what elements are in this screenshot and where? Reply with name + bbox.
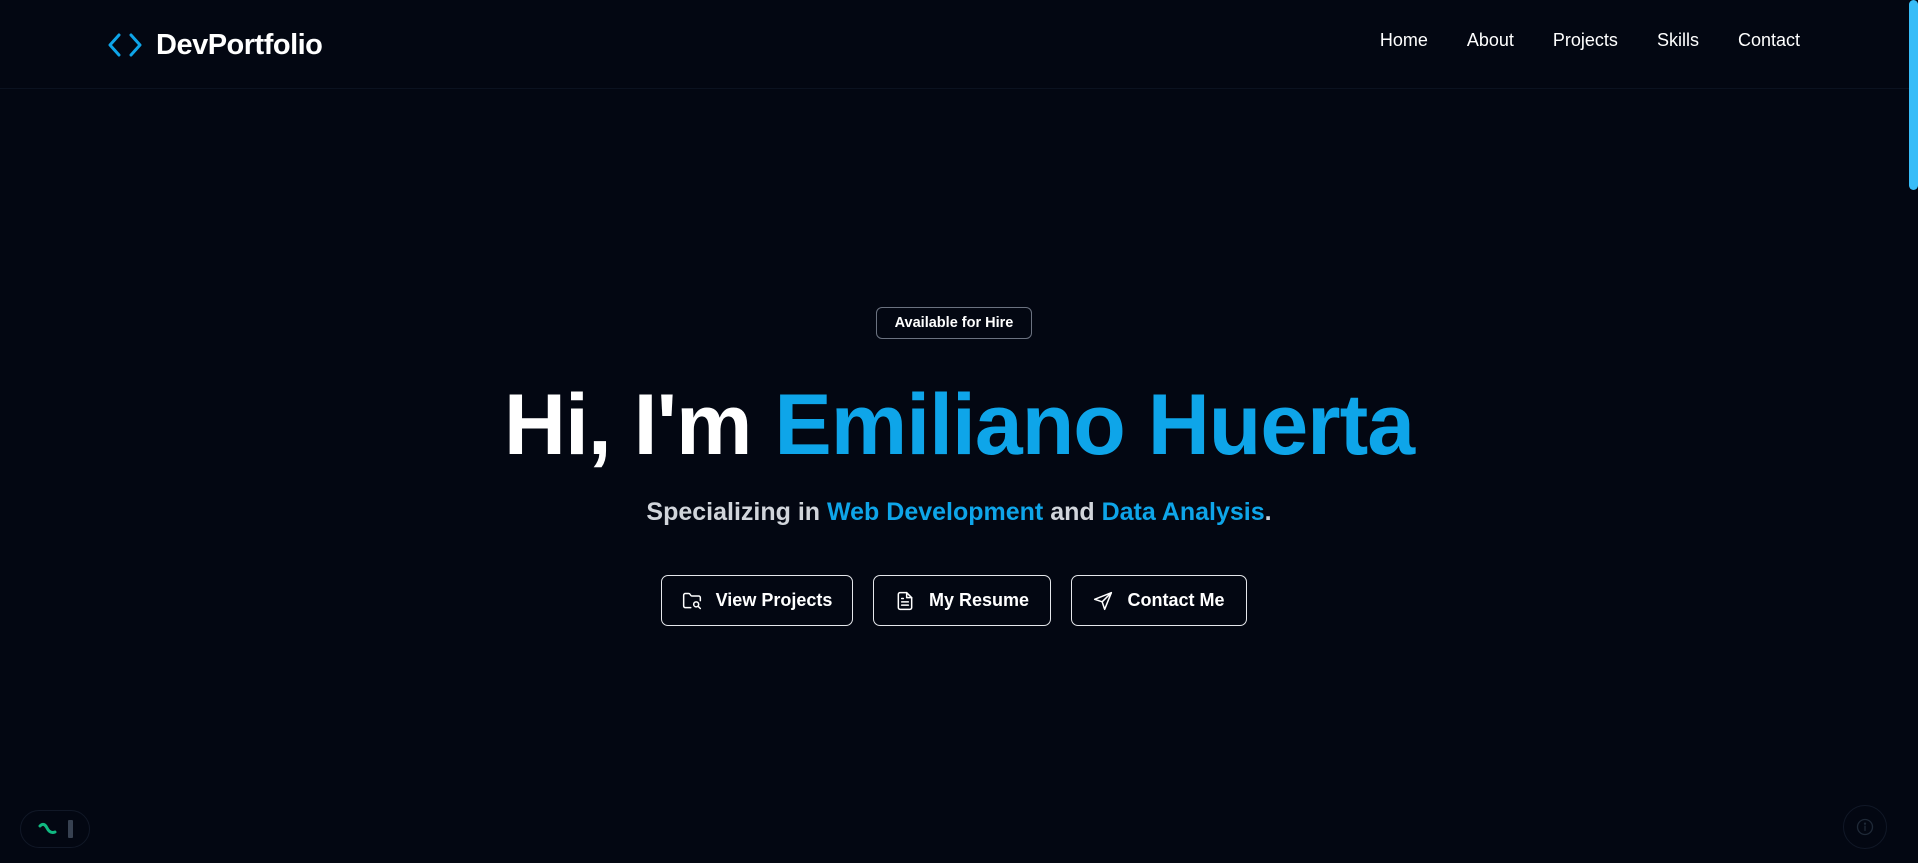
dev-tools-toggle[interactable] xyxy=(20,810,90,848)
scrollbar-thumb[interactable] xyxy=(1909,0,1918,190)
brand-logo-link[interactable]: DevPortfolio xyxy=(108,26,323,64)
nav-link-about[interactable]: About xyxy=(1467,30,1514,51)
portfolio-page: DevPortfolio Home About Projects Skills … xyxy=(0,0,1918,863)
nav-link-contact[interactable]: Contact xyxy=(1738,30,1800,51)
hero-headline: Hi, I'm Emiliano Huerta xyxy=(0,375,1918,475)
contact-me-button[interactable]: Contact Me xyxy=(1071,575,1247,626)
send-icon xyxy=(1094,591,1113,610)
headline-greeting: Hi, I'm xyxy=(503,377,775,473)
contact-me-label: Contact Me xyxy=(1127,590,1225,610)
resume-button[interactable]: My Resume xyxy=(873,575,1051,626)
navbar: DevPortfolio Home About Projects Skills … xyxy=(0,0,1918,89)
file-text-icon xyxy=(897,591,913,610)
subtitle-skill-web: Web Development xyxy=(827,498,1044,526)
info-icon xyxy=(1856,818,1874,836)
hero-subtitle: Specializing in Web Development and Data… xyxy=(0,498,1918,527)
info-button[interactable] xyxy=(1843,805,1887,849)
nav-link-projects[interactable]: Projects xyxy=(1553,30,1618,51)
main-nav: Home About Projects Skills Contact xyxy=(1380,30,1800,51)
nav-link-skills[interactable]: Skills xyxy=(1657,30,1699,51)
code-brackets-icon xyxy=(108,33,142,57)
brand-name: DevPortfolio xyxy=(156,28,323,61)
resume-label: My Resume xyxy=(928,590,1030,610)
headline-name: Emiliano Huerta xyxy=(774,377,1415,473)
availability-badge: Available for Hire xyxy=(876,307,1032,339)
view-projects-label: View Projects xyxy=(715,590,833,610)
squiggle-icon xyxy=(38,822,56,834)
subtitle-connector: and xyxy=(1043,498,1102,526)
subtitle-prefix: Specializing in xyxy=(646,498,827,526)
hero-actions: View Projects My Resume Contact Me xyxy=(0,575,1918,626)
toggle-bar-icon xyxy=(67,820,73,838)
folder-search-icon xyxy=(682,592,701,609)
view-projects-button[interactable]: View Projects xyxy=(661,575,853,626)
nav-link-home[interactable]: Home xyxy=(1380,30,1428,51)
subtitle-skill-data: Data Analysis xyxy=(1101,498,1265,526)
subtitle-period: . xyxy=(1264,498,1272,526)
